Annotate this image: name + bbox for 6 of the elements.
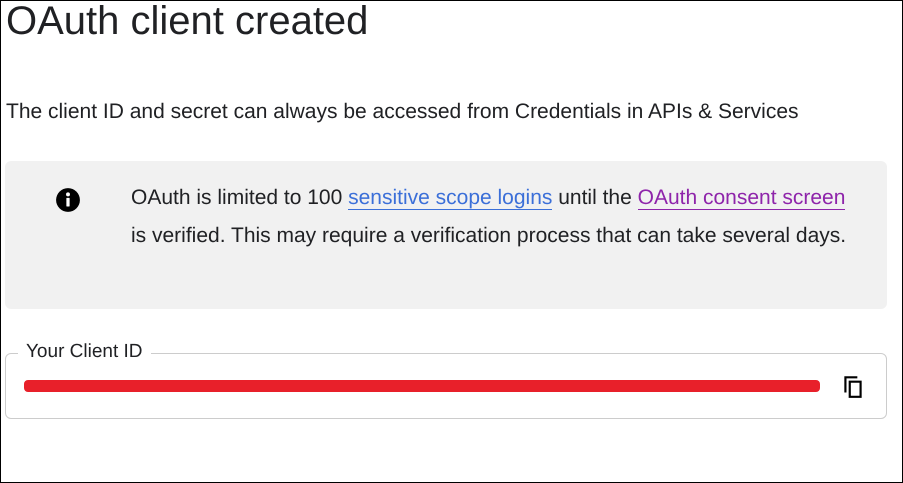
notice-link[interactable]: sensitive scope logins (348, 186, 552, 210)
notice-text: OAuth is limited to 100 sensitive scope logins until the OAuth consent screen is verified. This may require a verification process that can take several days. (131, 185, 848, 249)
description-text: The client ID and secret can always be accessed from Credentials in APIs & Services (6, 99, 800, 125)
info-icon (55, 187, 81, 213)
dialog-title: OAuth client created (6, 1, 370, 45)
notice-link[interactable]: OAuth consent screen (638, 186, 846, 210)
